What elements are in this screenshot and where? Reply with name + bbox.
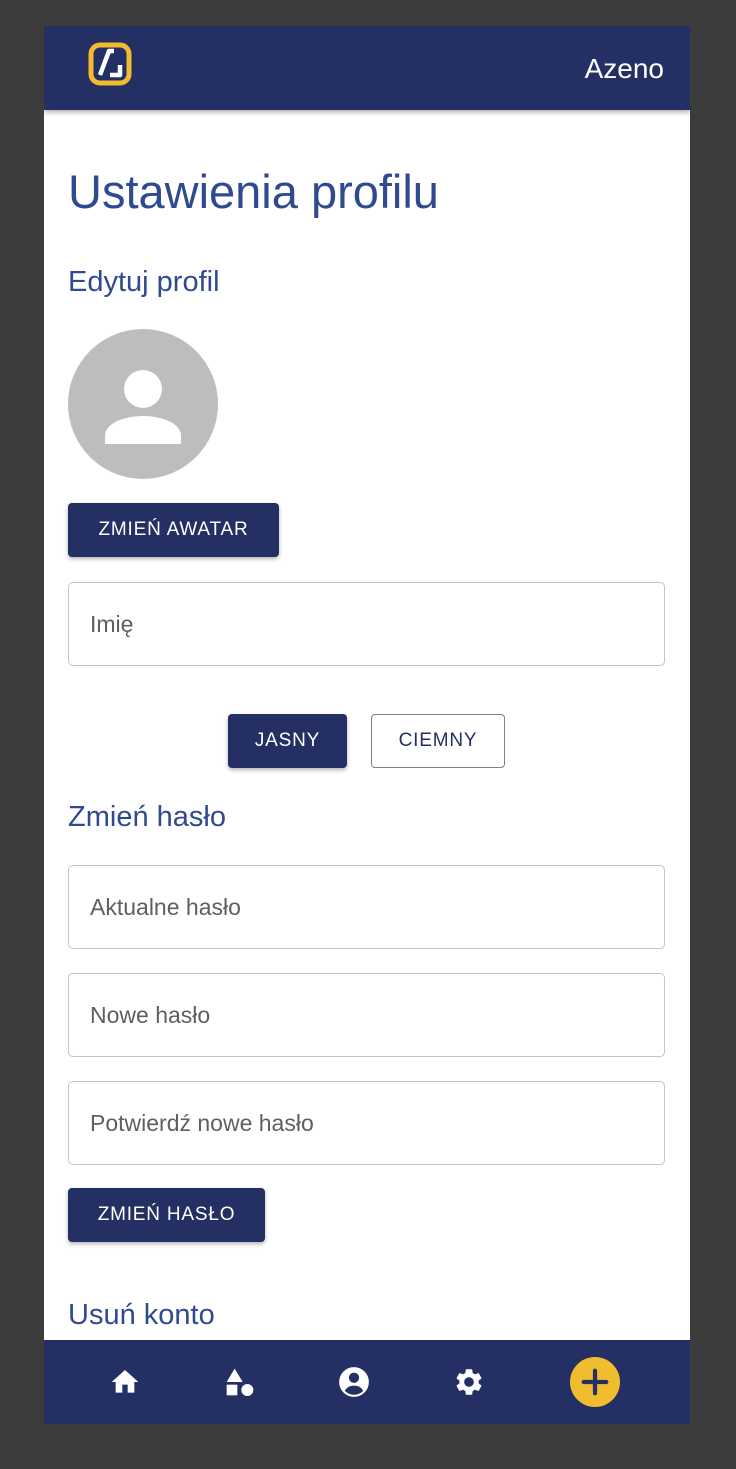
change-password-button[interactable]: ZMIEŃ HASŁO (68, 1188, 265, 1242)
delete-account-heading: Usuń konto (68, 1299, 215, 1331)
nav-profile[interactable] (324, 1340, 384, 1424)
shapes-icon (226, 1368, 254, 1396)
home-icon (111, 1370, 139, 1393)
account-circle-icon (339, 1367, 369, 1397)
current-password-field[interactable] (68, 865, 665, 949)
change-avatar-button[interactable]: ZMIEŃ AWATAR (68, 503, 279, 557)
theme-dark-button[interactable]: CIEMNY (371, 714, 505, 768)
top-app-bar: Azeno (44, 26, 690, 110)
gear-icon (456, 1369, 482, 1395)
add-button[interactable] (570, 1357, 620, 1407)
avatar (68, 329, 218, 479)
nav-settings[interactable] (439, 1340, 499, 1424)
azeno-logo-icon[interactable] (88, 42, 132, 86)
theme-light-button[interactable]: JASNY (228, 714, 347, 768)
new-password-field[interactable] (68, 973, 665, 1057)
nav-shapes[interactable] (210, 1340, 270, 1424)
app-screen: Azeno Ustawienia profilu Edytuj profil Z… (44, 26, 690, 1424)
nav-home[interactable] (95, 1340, 155, 1424)
plus-icon (581, 1368, 609, 1396)
name-field[interactable] (68, 582, 665, 666)
confirm-password-field[interactable] (68, 1081, 665, 1165)
brand-name: Azeno (584, 53, 664, 84)
change-password-heading: Zmień hasło (68, 801, 226, 833)
bottom-navigation (44, 1340, 690, 1424)
edit-profile-heading: Edytuj profil (68, 266, 220, 298)
person-icon (105, 370, 181, 444)
page-title: Ustawienia profilu (68, 165, 439, 218)
